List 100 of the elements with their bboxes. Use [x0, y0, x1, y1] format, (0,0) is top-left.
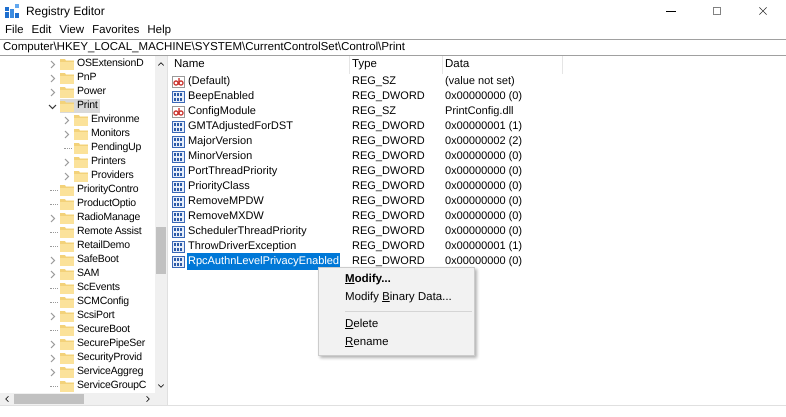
maximize-icon: [712, 6, 722, 16]
folder-icon: [74, 156, 88, 168]
menu-bar-item[interactable]: Favorites: [88, 22, 144, 40]
tree-item[interactable]: PendingUp: [74, 141, 144, 155]
tree-item[interactable]: Remote Assist: [60, 225, 144, 239]
tree-item[interactable]: PnP: [60, 71, 98, 85]
app-icon: [5, 4, 19, 18]
value-name[interactable]: ConfigModule: [187, 103, 257, 120]
window-title: Registry Editor: [26, 3, 105, 20]
binary-value-icon: [172, 150, 185, 162]
tree-item[interactable]: ScsiPort: [60, 309, 116, 323]
address-bar[interactable]: Computer\HKEY_LOCAL_MACHINE\SYSTEM\CurrentControlSet\Control\Print: [0, 39, 786, 56]
column-header[interactable]: Name: [172, 56, 350, 74]
folder-icon: [74, 170, 88, 182]
table-cell-text: REG_SZ: [351, 104, 398, 120]
value-name[interactable]: (Default): [187, 73, 232, 90]
table-cell-text: 0x00000000 (0): [444, 254, 522, 270]
folder-icon: [74, 142, 88, 154]
menu-bar-item[interactable]: Edit: [28, 22, 56, 40]
folder-icon: [74, 114, 88, 126]
tree-item[interactable]: RetailDemo: [60, 239, 132, 253]
scrollbar-thumb[interactable]: [156, 227, 166, 274]
chevron-icon[interactable]: [48, 102, 57, 110]
table-cell-text: REG_DWORD: [351, 134, 426, 150]
value-name[interactable]: PortThreadPriority: [187, 163, 278, 180]
tree-item[interactable]: PriorityContro: [60, 183, 140, 197]
table-cell-text: 0x00000001 (1): [444, 119, 522, 134]
tree-item[interactable]: Print: [60, 99, 100, 113]
table-cell-text: REG_DWORD: [351, 119, 426, 134]
scrollbar-thumb[interactable]: [14, 394, 84, 404]
string-value-icon: [172, 106, 185, 118]
table-cell-text: REG_DWORD: [351, 164, 426, 180]
column-header[interactable]: Type: [350, 56, 443, 74]
tree-item[interactable]: OSExtensionD: [60, 57, 146, 71]
tree-item[interactable]: Environme: [74, 113, 142, 127]
folder-icon: [60, 240, 74, 252]
tree-item[interactable]: SecurePipeSer: [60, 337, 148, 351]
value-name[interactable]: RpcAuthnLevelPrivacyEnabled: [187, 253, 340, 270]
value-name[interactable]: MajorVersion: [187, 133, 254, 150]
value-name[interactable]: SchedulerThreadPriority: [187, 223, 308, 240]
string-value-icon: [172, 76, 185, 88]
menu-item[interactable]: Modify Binary Data...: [319, 289, 474, 307]
tree-item[interactable]: Providers: [74, 169, 136, 183]
folder-icon: [60, 296, 74, 308]
folder-icon: [60, 198, 74, 210]
binary-value-icon: [172, 256, 185, 268]
table-cell-text: REG_DWORD: [351, 149, 426, 164]
tree-item[interactable]: ScEvents: [60, 281, 122, 295]
tree-item[interactable]: SecurityProvid: [60, 351, 144, 365]
tree-item[interactable]: SecureBoot: [60, 323, 132, 337]
tree-item[interactable]: Monitors: [74, 127, 132, 141]
table-cell-text: 0x00000001 (1): [444, 239, 522, 254]
tree-item[interactable]: ServiceGroupC: [60, 379, 148, 393]
table-cell-text: REG_SZ: [351, 74, 398, 90]
table-cell-text: 0x00000000 (0): [444, 224, 522, 240]
menu-bar-item[interactable]: File: [1, 22, 28, 40]
table-cell-text: 0x00000000 (0): [444, 89, 522, 104]
tree-item[interactable]: RadioManage: [60, 211, 142, 225]
horizontal-scrollbar[interactable]: [0, 393, 167, 405]
menu-item[interactable]: Delete: [319, 316, 474, 334]
tree-item[interactable]: Power: [60, 85, 108, 99]
folder-icon: [60, 184, 74, 196]
table-cell-text: REG_DWORD: [351, 194, 426, 210]
tree-item[interactable]: Printers: [74, 155, 128, 169]
tree-item[interactable]: ProductOptio: [60, 197, 138, 211]
menu-item[interactable]: Modify...: [319, 271, 474, 289]
tree-item[interactable]: SCMConfig: [60, 295, 131, 309]
folder-icon: [60, 72, 74, 84]
vertical-scrollbar[interactable]: [155, 56, 167, 393]
value-name[interactable]: RemoveMXDW: [187, 208, 265, 225]
tree-item[interactable]: SafeBoot: [60, 253, 121, 267]
folder-icon: [60, 282, 74, 294]
value-name[interactable]: GMTAdjustedForDST: [187, 118, 294, 135]
folder-icon: [60, 366, 74, 378]
value-name[interactable]: RemoveMPDW: [187, 193, 265, 210]
tree-item[interactable]: ServiceAggreg: [60, 365, 146, 379]
value-name[interactable]: ThrowDriverException: [187, 238, 298, 255]
binary-value-icon: [172, 120, 185, 132]
binary-value-icon: [172, 166, 185, 178]
column-header[interactable]: Data: [443, 56, 563, 74]
menu-bar-item[interactable]: Help: [143, 22, 176, 40]
value-name[interactable]: MinorVersion: [187, 148, 254, 165]
folder-icon: [60, 100, 74, 112]
value-name[interactable]: PriorityClass: [187, 178, 251, 195]
folder-icon: [60, 212, 74, 224]
table-cell-text: REG_DWORD: [351, 239, 426, 254]
table-cell-text: 0x00000000 (0): [444, 194, 522, 210]
table-cell-text: 0x00000000 (0): [444, 164, 522, 180]
table-cell-text: 0x00000002 (2): [444, 134, 522, 150]
folder-icon: [60, 338, 74, 350]
folder-icon: [60, 58, 74, 70]
menu-item[interactable]: Rename: [319, 334, 474, 352]
tree-item[interactable]: SAM: [60, 267, 102, 281]
binary-value-icon: [172, 226, 185, 238]
folder-icon: [60, 268, 74, 280]
table-cell-text: REG_DWORD: [351, 209, 426, 224]
table-cell-text: REG_DWORD: [351, 224, 426, 240]
value-name[interactable]: BeepEnabled: [187, 88, 256, 105]
folder-icon: [60, 310, 74, 322]
menu-bar-item[interactable]: View: [55, 22, 88, 40]
